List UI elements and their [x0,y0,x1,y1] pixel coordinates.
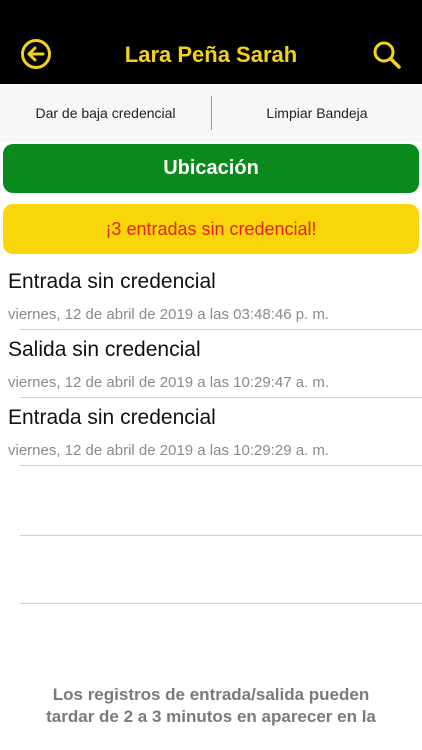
records-list: Entrada sin credencial viernes, 12 de ab… [0,262,422,466]
empty-row-separator [20,535,422,536]
page-title: Lara Peña Sarah [124,42,298,67]
location-button[interactable]: Ubicación [3,144,419,193]
row-separator [20,465,422,466]
alert-banner: ¡3 entradas sin credencial! [3,204,419,254]
footer-line-2: tardar de 2 a 3 minutos en aparecer en l… [46,707,376,726]
list-item[interactable]: Entrada sin credencial viernes, 12 de ab… [0,398,422,466]
footer-note: Los registros de entrada/salida pueden t… [20,684,402,728]
record-type: Salida sin credencial [8,338,201,361]
record-date: viernes, 12 de abril de 2019 a las 10:29… [8,442,330,459]
action-bar: Dar de baja credencial Limpiar Bandeja [0,84,422,142]
record-type: Entrada sin credencial [8,406,216,429]
list-item[interactable]: Salida sin credencial viernes, 12 de abr… [0,330,422,398]
record-date: viernes, 12 de abril de 2019 a las 03:48… [8,306,330,323]
footer-line-1: Los registros de entrada/salida pueden [52,685,370,704]
empty-row-separator [20,603,422,604]
record-date: viernes, 12 de abril de 2019 a las 10:29… [8,374,330,391]
revoke-credential-button[interactable]: Dar de baja credencial [0,84,211,142]
list-item[interactable]: Entrada sin credencial viernes, 12 de ab… [0,262,422,330]
top-nav-bar: Lara Peña Sarah [0,0,422,84]
record-type: Entrada sin credencial [8,270,216,293]
clear-inbox-button[interactable]: Limpiar Bandeja [212,84,422,142]
search-icon[interactable] [372,40,402,70]
